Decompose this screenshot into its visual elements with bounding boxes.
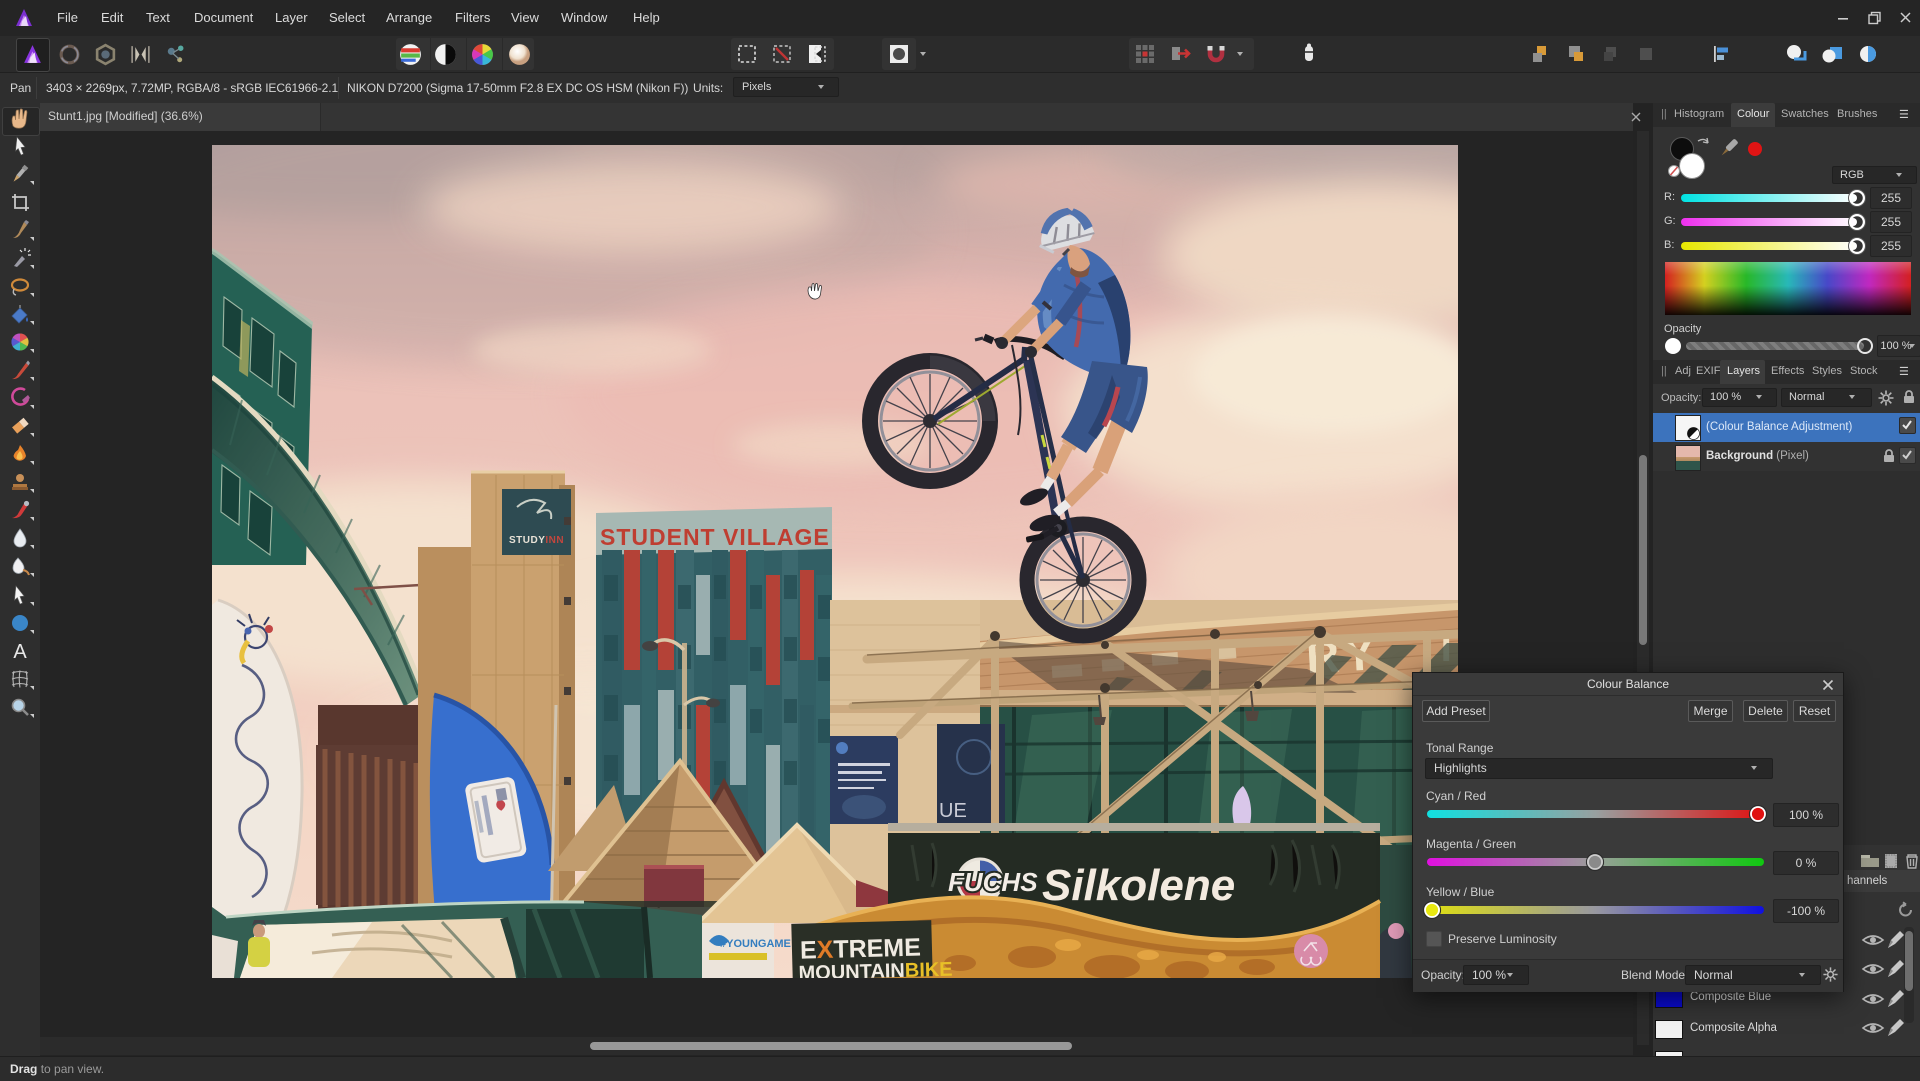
svg-text:A: A [13,641,27,663]
